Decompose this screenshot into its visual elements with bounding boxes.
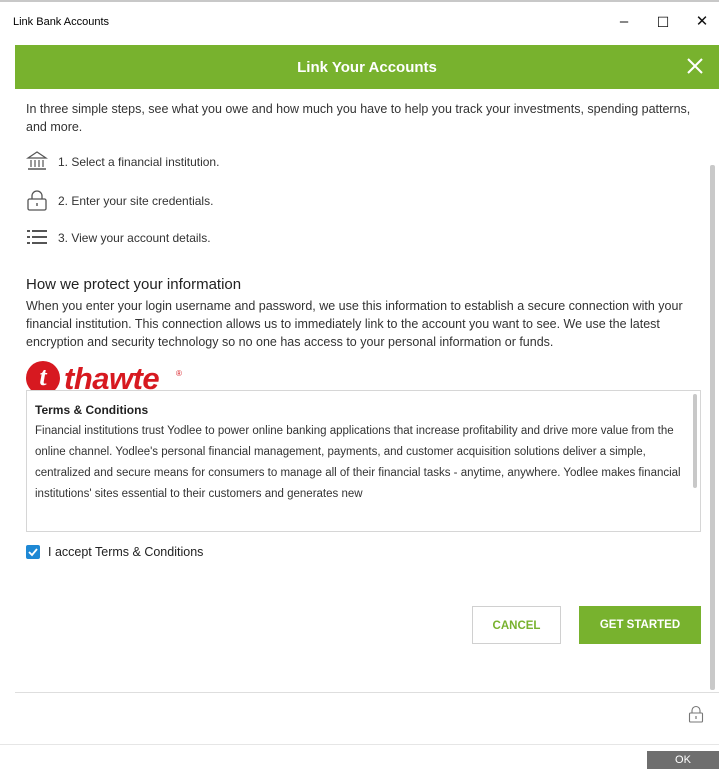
bank-icon	[26, 150, 48, 177]
ok-button[interactable]: OK	[647, 751, 719, 769]
intro-section: In three simple steps, see what you owe …	[26, 100, 702, 136]
accept-label: I accept Terms & Conditions	[48, 545, 204, 559]
maximize-button[interactable]: ☐	[646, 8, 680, 36]
divider	[0, 744, 719, 745]
window-titlebar: Link Bank Accounts – ☐ ✕	[0, 0, 719, 42]
minimize-button[interactable]: –	[607, 8, 641, 36]
list-icon	[26, 226, 48, 253]
protect-text: When you enter your login username and p…	[26, 299, 683, 349]
step-label: 2. Enter your site credentials.	[58, 194, 214, 208]
terms-scrollbar[interactable]	[693, 394, 697, 488]
lock-icon	[688, 705, 704, 728]
window-close-button[interactable]: ✕	[685, 8, 719, 36]
dialog-scrollbar[interactable]	[710, 165, 715, 690]
close-icon	[687, 58, 703, 74]
accept-checkbox[interactable]	[26, 545, 40, 559]
dialog-title: Link Your Accounts	[297, 59, 437, 76]
terms-box[interactable]: Terms & Conditions Financial institution…	[26, 390, 701, 532]
intro-text: In three simple steps, see what you owe …	[26, 102, 691, 134]
protect-heading: How we protect your information	[26, 276, 242, 293]
dialog-header: Link Your Accounts	[15, 45, 719, 89]
get-started-button[interactable]: GET STARTED	[579, 606, 701, 644]
step-label: 1. Select a financial institution.	[58, 155, 220, 169]
terms-text: Financial institutions trust Yodlee to p…	[35, 425, 681, 500]
dialog-close-button[interactable]	[681, 52, 709, 80]
terms-title: Terms & Conditions	[35, 403, 149, 417]
divider	[15, 692, 719, 693]
checkmark-icon	[28, 548, 38, 557]
window-title: Link Bank Accounts	[13, 16, 110, 28]
cancel-button[interactable]: CANCEL	[472, 606, 561, 644]
lock-icon	[26, 189, 48, 216]
step-label: 3. View your account details.	[58, 231, 211, 245]
registered-mark: ®	[176, 369, 182, 378]
